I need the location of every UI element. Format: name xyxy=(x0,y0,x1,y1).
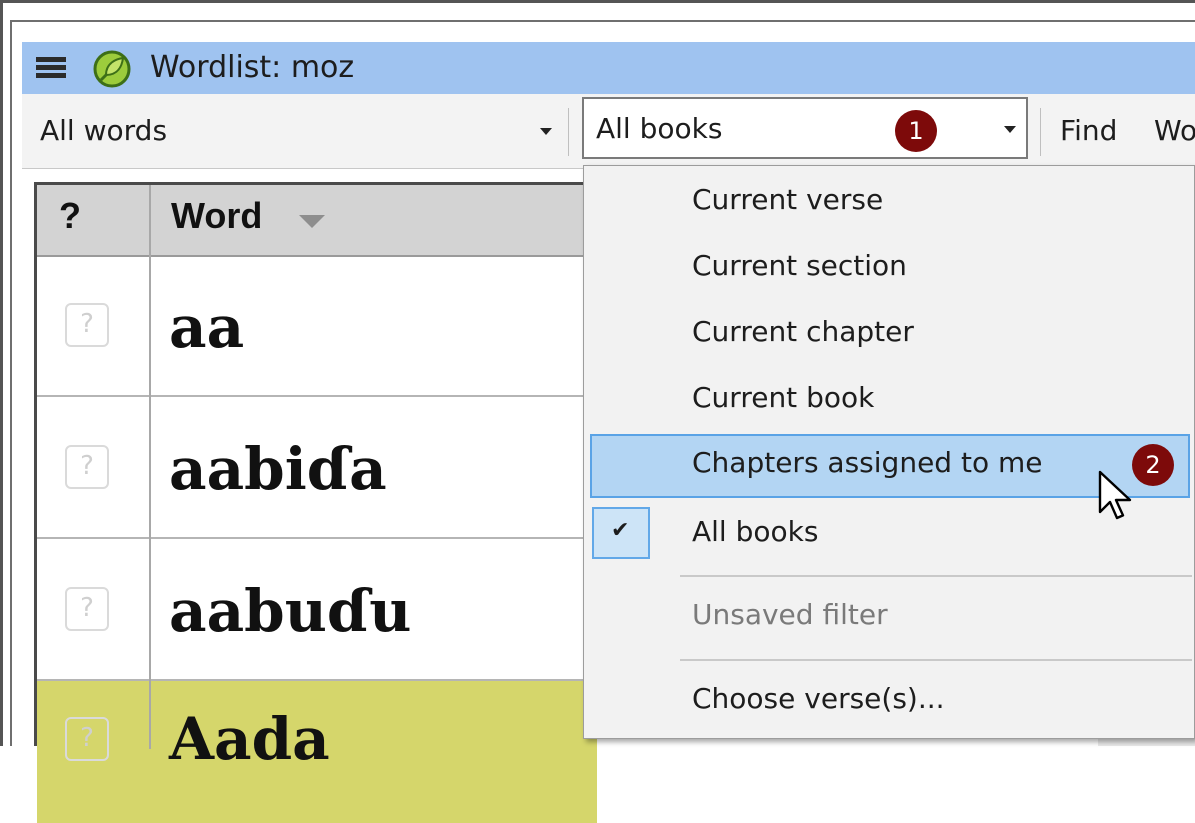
dropdown-arrow-icon[interactable] xyxy=(1004,126,1016,133)
menu-item-label: Unsaved filter xyxy=(692,598,888,631)
word-table: ? Word ? aa ? aabiɗa ? aabuɗu ? Aada xyxy=(34,182,597,823)
toolbar-separator xyxy=(1040,108,1041,156)
menu-item-current-book[interactable]: Current book xyxy=(584,369,1195,431)
question-mark-icon[interactable]: ? xyxy=(65,587,109,631)
menu-item-label: Current section xyxy=(692,249,907,282)
menu-item-label: Choose verse(s)... xyxy=(692,682,945,715)
callout-badge-2: 2 xyxy=(1132,444,1174,486)
book-scope-menu: Current verse Current section Current ch… xyxy=(583,165,1195,739)
word-cell: aa xyxy=(169,293,245,361)
menu-item-label: Chapters assigned to me xyxy=(692,446,1043,479)
menu-item-current-chapter[interactable]: Current chapter xyxy=(584,303,1195,365)
toolbar-separator xyxy=(568,108,569,156)
menu-item-unsaved-filter: Unsaved filter xyxy=(584,586,1195,648)
menu-item-choose-verses[interactable]: Choose verse(s)... xyxy=(584,670,1195,732)
table-row[interactable]: ? Aada xyxy=(37,681,597,823)
menu-item-label: All books xyxy=(692,515,819,548)
mouse-pointer-icon xyxy=(1098,470,1138,530)
word-filter-dropdown[interactable]: All words xyxy=(32,104,560,156)
question-mark-icon[interactable]: ? xyxy=(65,445,109,489)
menu-item-label: Current chapter xyxy=(692,315,914,348)
table-header: ? Word xyxy=(37,185,597,257)
table-row[interactable]: ? aa xyxy=(37,255,597,397)
window-title: Wordlist: moz xyxy=(150,50,355,85)
dropdown-arrow-icon[interactable] xyxy=(540,128,552,135)
question-mark-icon[interactable]: ? xyxy=(65,303,109,347)
checkmark-icon: ✔ xyxy=(592,507,650,559)
callout-badge-1: 1 xyxy=(895,110,937,152)
word-filter-value: All words xyxy=(40,114,168,147)
table-row[interactable]: ? aabuɗu xyxy=(37,539,597,681)
title-bar: Wordlist: moz xyxy=(22,42,1195,94)
word-cell: aabuɗu xyxy=(169,577,412,645)
hamburger-menu-icon[interactable] xyxy=(36,57,66,79)
app-logo-icon xyxy=(92,49,132,93)
toolbar: All words All books Find Wo xyxy=(22,94,1195,169)
table-row[interactable]: ? aabiɗa xyxy=(37,397,597,539)
partial-toolbar-button[interactable]: Wo xyxy=(1154,114,1195,147)
status-column-header[interactable]: ? xyxy=(59,195,81,237)
menu-item-label: Current book xyxy=(692,381,875,414)
menu-item-current-verse[interactable]: Current verse xyxy=(584,171,1195,233)
menu-separator xyxy=(680,575,1192,577)
word-cell: aabiɗa xyxy=(169,435,387,503)
menu-item-label: Current verse xyxy=(692,183,884,216)
sort-descending-icon xyxy=(299,215,325,228)
word-cell: Aada xyxy=(169,705,330,773)
menu-item-current-section[interactable]: Current section xyxy=(584,237,1195,299)
book-scope-value: All books xyxy=(596,112,723,145)
word-column-header[interactable]: Word xyxy=(171,195,262,237)
book-scope-dropdown[interactable]: All books xyxy=(582,97,1028,159)
column-divider xyxy=(149,185,151,749)
menu-separator xyxy=(680,659,1192,661)
find-button[interactable]: Find xyxy=(1060,114,1117,147)
question-mark-icon[interactable]: ? xyxy=(65,717,109,761)
